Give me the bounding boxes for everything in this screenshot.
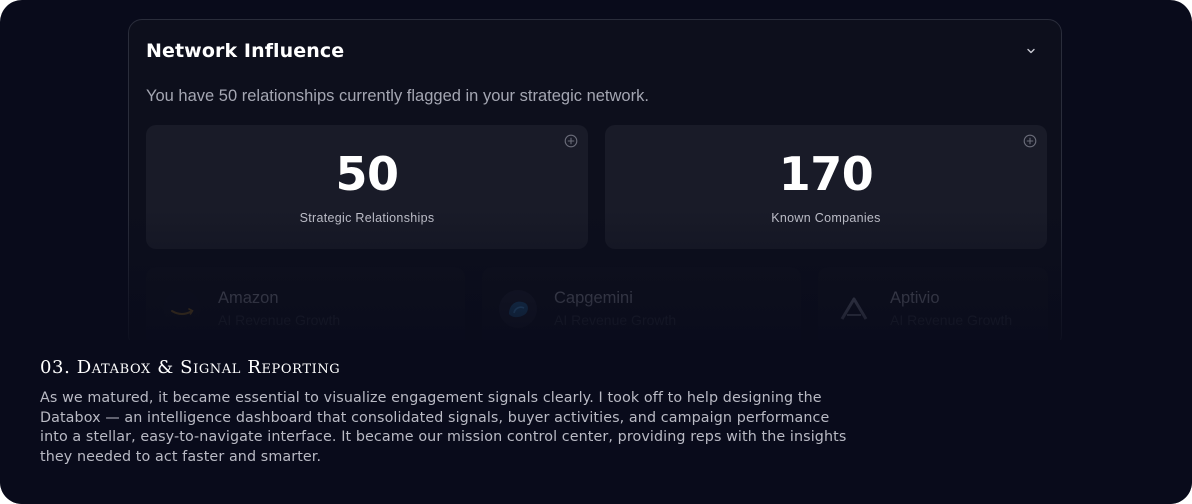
capgemini-logo xyxy=(498,289,538,329)
section-heading: 03. Databox & Signal Reporting xyxy=(40,357,341,378)
company-card-aptivio[interactable]: Aptivio AI Revenue Growth xyxy=(818,267,1048,349)
company-name: Capgemini xyxy=(554,289,633,307)
stat-card-known-companies[interactable]: 170 Known Companies xyxy=(605,125,1047,249)
company-metric: AI Revenue Growth xyxy=(890,312,1013,328)
stat-label: Known Companies xyxy=(771,211,881,225)
company-card-amazon[interactable]: Amazon AI Revenue Growth xyxy=(146,267,465,349)
stat-label: Strategic Relationships xyxy=(299,211,435,225)
section-body: As we matured, it became essential to vi… xyxy=(40,390,847,465)
plus-circle-icon[interactable] xyxy=(1023,134,1037,148)
amazon-logo xyxy=(162,289,202,329)
panel-description: You have 50 relationships currently flag… xyxy=(146,87,649,105)
stat-value: 50 xyxy=(335,147,399,201)
company-metric: AI Revenue Growth xyxy=(554,312,677,328)
showcase-frame: Network Influence You have 50 relationsh… xyxy=(0,0,1192,504)
stat-value: 170 xyxy=(778,147,874,201)
company-name: Amazon xyxy=(218,289,279,307)
company-card-capgemini[interactable]: Capgemini AI Revenue Growth xyxy=(482,267,801,349)
chevron-down-icon[interactable] xyxy=(1021,41,1041,61)
company-metric: AI Revenue Growth xyxy=(218,312,341,328)
company-name: Aptivio xyxy=(890,289,940,307)
plus-circle-icon[interactable] xyxy=(564,134,578,148)
stat-card-strategic-relationships[interactable]: 50 Strategic Relationships xyxy=(146,125,588,249)
network-influence-panel: Network Influence You have 50 relationsh… xyxy=(128,19,1062,349)
panel-title: Network Influence xyxy=(146,40,345,62)
aptivio-logo xyxy=(834,289,874,329)
